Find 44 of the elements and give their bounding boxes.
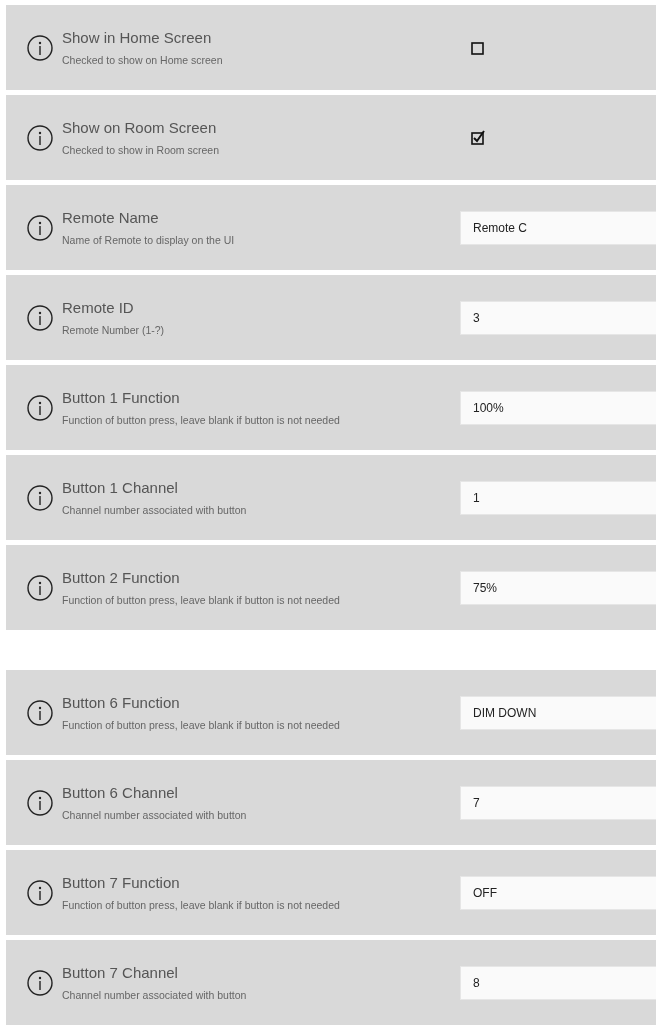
setting-title: Remote Name [62,209,160,226]
text-field[interactable]: Remote C [460,210,656,245]
setting-title: Button 1 Function [62,389,181,406]
setting-title: Button 2 Function [62,569,181,586]
setting-description: Channel number associated with button [62,989,248,1001]
setting-description: Checked to show on Home screen [62,54,224,66]
text-field[interactable]: 3 [460,300,656,335]
setting-title: Button 7 Channel [62,964,179,981]
checkbox[interactable] [471,39,485,56]
text-field[interactable]: OFF [460,875,656,910]
info-icon[interactable] [27,789,53,816]
setting-title: Button 7 Function [62,874,181,891]
text-field[interactable]: 1 [460,480,656,515]
setting-description: Channel number associated with button [62,809,248,821]
text-field[interactable]: 75% [460,570,656,605]
info-icon[interactable] [27,34,53,61]
info-icon[interactable] [27,484,53,511]
setting-description: Name of Remote to display on the UI [62,234,236,246]
setting-description: Checked to show in Room screen [62,144,220,156]
setting-title: Show in Home Screen [62,29,213,46]
setting-description: Function of button press, leave blank if button is not needed [62,594,341,606]
setting-description: Function of button press, leave blank if button is not needed [62,899,341,911]
info-icon[interactable] [27,214,53,241]
checkbox[interactable] [471,129,485,146]
info-icon[interactable] [27,574,53,601]
text-field[interactable]: 8 [460,965,656,1000]
info-icon[interactable] [27,124,53,151]
setting-title: Show on Room Screen [62,119,218,136]
text-field[interactable]: DIM DOWN [460,695,656,730]
info-icon[interactable] [27,699,53,726]
setting-description: Function of button press, leave blank if button is not needed [62,414,341,426]
text-field[interactable]: 7 [460,785,656,820]
setting-description: Remote Number (1-?) [62,324,166,336]
text-field[interactable]: 100% [460,390,656,425]
info-icon[interactable] [27,394,53,421]
info-icon[interactable] [27,304,53,331]
setting-title: Remote ID [62,299,135,316]
setting-title: Button 6 Function [62,694,181,711]
info-icon[interactable] [27,969,53,996]
setting-title: Button 1 Channel [62,479,179,496]
setting-description: Function of button press, leave blank if button is not needed [62,719,341,731]
setting-title: Button 6 Channel [62,784,179,801]
setting-description: Channel number associated with button [62,504,248,516]
info-icon[interactable] [27,879,53,906]
